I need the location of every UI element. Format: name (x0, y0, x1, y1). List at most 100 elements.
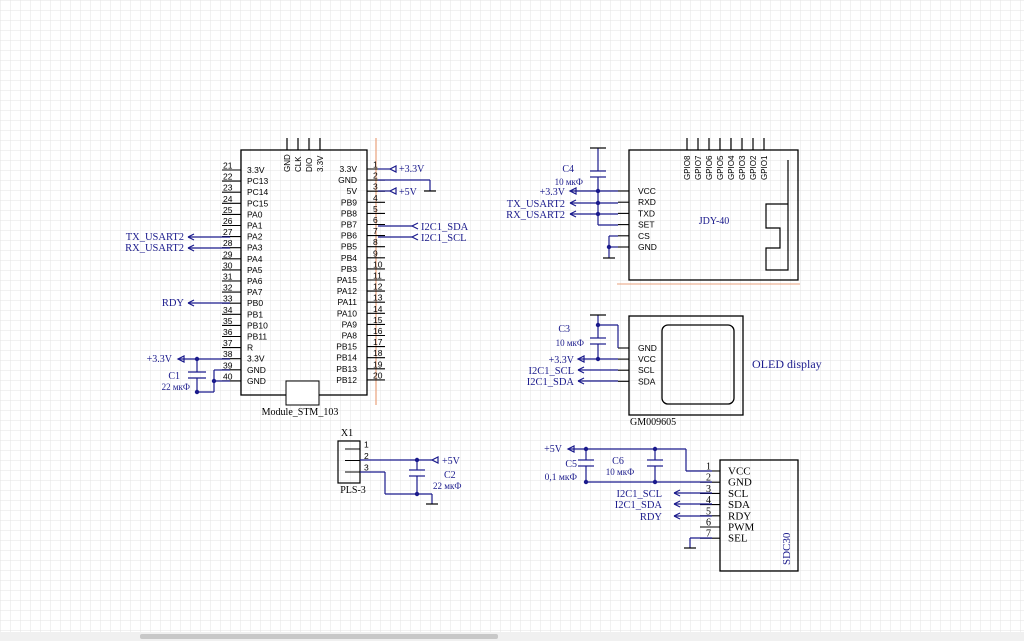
net-label-rdy-sdc: RDY (640, 512, 663, 523)
stm-right-pin-number: 5 (373, 204, 378, 214)
stm-right-pin-name: PA10 (337, 308, 357, 318)
stm-right-pin-name: PA15 (337, 275, 357, 285)
jdy-pin-name: CS (638, 231, 650, 241)
stm-left-pin-name: PA5 (247, 265, 263, 275)
sdc-pin-name: SEL (728, 533, 748, 545)
stm-top-pin-label: 3.3V (316, 155, 325, 172)
stm-left-pin-number: 35 (223, 316, 233, 326)
stm-left-pin-name: PA4 (247, 254, 263, 264)
stm-left-pin-name: PA7 (247, 287, 263, 297)
sdc-pin-name: SDA (728, 499, 750, 511)
sdc-pin-number: 6 (706, 518, 711, 529)
stm-right-pin-name: PB13 (336, 364, 357, 374)
stm-left-pin-name: PA1 (247, 221, 263, 231)
oled-part: GM009605 (630, 417, 676, 428)
stm-right-pin-number: 6 (373, 215, 378, 225)
stm-top-pin-label: DIO (305, 158, 314, 172)
cap-c5-ref: C5 (565, 459, 577, 470)
stm-right-pin-name: PB9 (341, 197, 357, 207)
stm-right-pin-name: PB12 (336, 375, 357, 385)
stm-right-pin-name: PA9 (342, 319, 358, 329)
stm-right-pin-number: 3 (373, 182, 378, 192)
cap-c2-value: 22 мкФ (433, 481, 461, 491)
stm-right-pin-number: 16 (373, 326, 383, 336)
stm-left-pin-number: 39 (223, 360, 233, 370)
stm-right-pin-number: 14 (373, 304, 383, 314)
stm-right-pin-name: PA11 (337, 297, 357, 307)
stm-right-pin-number: 9 (373, 248, 378, 258)
stm-left-pin-number: 24 (223, 194, 233, 204)
cap-c4-value: 10 мкФ (555, 177, 583, 187)
cap-c5-value: 0,1 мкФ (545, 473, 578, 483)
stm-right-pin-name: PB15 (336, 342, 357, 352)
net-label-i2c1-scl: I2C1_SCL (421, 233, 467, 244)
stm-module-name: Module_STM_103 (262, 407, 339, 418)
stm-left-pin-number: 23 (223, 183, 233, 193)
stm-right-pin-name: PB3 (341, 264, 357, 274)
jdy-pin-name: GND (638, 242, 657, 252)
jdy-pin-name: VCC (638, 186, 656, 196)
net-label-rdy: RDY (162, 298, 185, 309)
stm-right-pin-number: 18 (373, 348, 383, 358)
power-label-3v3-right: +3.3V (399, 164, 425, 175)
jdy40-name: JDY-40 (699, 216, 730, 227)
jdy-pin-name: TXD (638, 208, 655, 218)
stm-left-pin-number: 28 (223, 238, 233, 248)
x1-ref: X1 (341, 428, 353, 439)
stm-right-pin-name: 3.3V (340, 164, 358, 174)
cap-c3-value: 10 мкФ (556, 338, 584, 348)
stm-left-pin-name: PC14 (247, 187, 269, 197)
cap-c2-ref: C2 (444, 470, 456, 481)
net-label-rx-usart2-jdy: RX_USART2 (506, 210, 565, 221)
power-label-3v3-jdy: +3.3V (540, 187, 566, 198)
net-label-rx-usart2: RX_USART2 (125, 243, 184, 254)
x1-pin-number: 3 (364, 463, 369, 473)
stm-left-pin-name: PA3 (247, 243, 263, 253)
stm-left-pin-name: 3.3V (247, 165, 265, 175)
stm-right-pin-number: 15 (373, 315, 383, 325)
stm-left-pin-name: GND (247, 365, 266, 375)
stm-left-pin-number: 22 (223, 172, 233, 182)
net-label-i2c1-sda-sdc: I2C1_SDA (615, 500, 663, 511)
net-label-tx-usart2-jdy: TX_USART2 (507, 199, 565, 210)
scrollbar-thumb[interactable] (140, 634, 498, 639)
stm-left-pin-name: PB1 (247, 309, 263, 319)
schematic-canvas[interactable]: Module_STM_103 GND CLK DIO 3.3V 21 3.3V22 PC1… (0, 0, 1024, 641)
cap-c3-ref: C3 (558, 324, 570, 335)
power-label-5v-right: +5V (399, 187, 418, 198)
stm-left-pin-number: 26 (223, 216, 233, 226)
sdc-pin-name: PWM (728, 522, 755, 534)
jdy-pin-name: RXD (638, 197, 656, 207)
stm-right-pin-name: PA8 (342, 331, 358, 341)
stm-right-pin-name: PB4 (341, 253, 357, 263)
stm-right-pin-number: 13 (373, 293, 383, 303)
cap-c6-ref: C6 (612, 456, 624, 467)
stm-right-pin-name: PB14 (336, 353, 357, 363)
stm-left-pin-name: 3.3V (247, 354, 265, 364)
stm-left-pin-name: PA6 (247, 276, 263, 286)
stm-right-pin-number: 4 (373, 193, 378, 203)
stm-left-pin-name: PA2 (247, 232, 263, 242)
jdy-gpio-label: GPIO5 (716, 155, 725, 180)
stm-left-pin-number: 27 (223, 227, 233, 237)
net-label-tx-usart2: TX_USART2 (126, 232, 184, 243)
sdc30-name: SDC30 (781, 532, 793, 565)
cap-c4-ref: C4 (562, 164, 574, 175)
x1-name: PLS-3 (340, 485, 366, 496)
stm-right-pin-name: 5V (347, 186, 358, 196)
stm-left-pin-name: PC13 (247, 176, 269, 186)
jdy-gpio-label: GPIO8 (683, 155, 692, 180)
x1-pin-number: 1 (364, 440, 369, 450)
net-label-i2c1-sda-oled: I2C1_SDA (527, 377, 575, 388)
stm-right-pin-number: 1 (373, 160, 378, 170)
stm-right-pin-name: PA12 (337, 286, 357, 296)
stm-left-pin-name: PB10 (247, 320, 268, 330)
stm-left-pin-number: 33 (223, 294, 233, 304)
stm-right-pin-name: PB6 (341, 231, 357, 241)
oled-pin-name: SCL (638, 365, 655, 375)
stm-left-pin-name: PB0 (247, 298, 263, 308)
net-label-i2c1-sda: I2C1_SDA (421, 222, 469, 233)
cap-c6-value: 10 мкФ (606, 467, 634, 477)
horizontal-scrollbar[interactable] (0, 632, 1024, 641)
power-label-5v-x1: +5V (442, 456, 461, 467)
